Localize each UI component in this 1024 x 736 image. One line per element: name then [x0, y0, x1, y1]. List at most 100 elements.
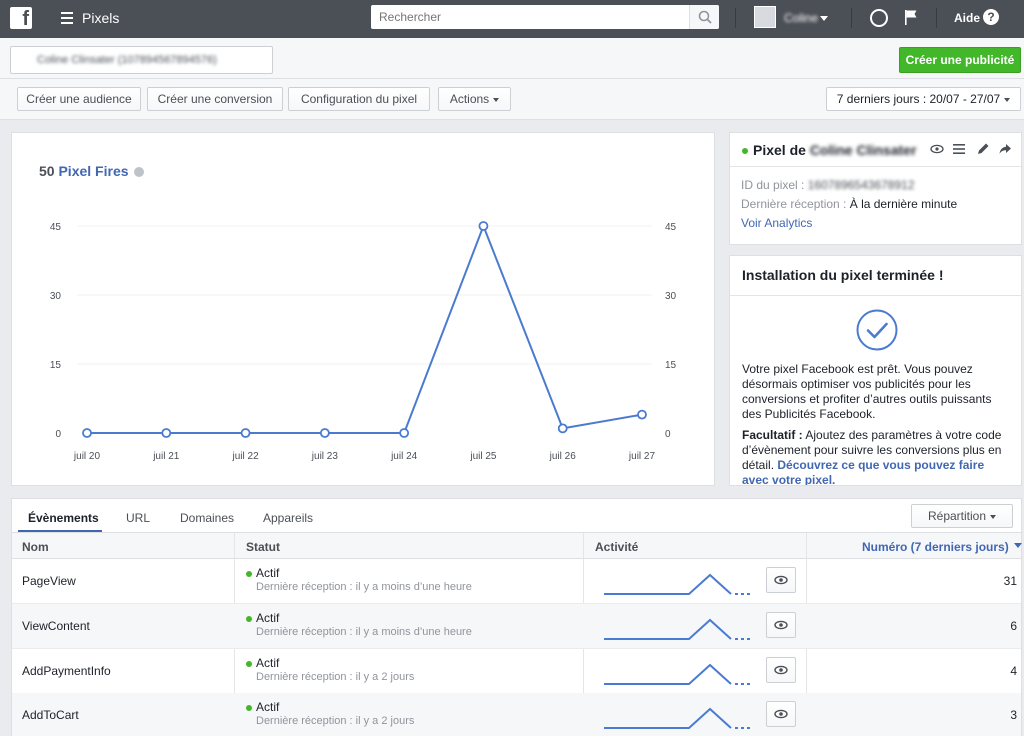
tab-devices[interactable]: Appareils: [263, 511, 313, 525]
event-status: Actif: [256, 566, 280, 580]
create-conversion-button[interactable]: Créer une conversion: [147, 87, 283, 111]
y-tick-label-left: 45: [50, 222, 62, 233]
view-event-button[interactable]: [766, 567, 796, 593]
y-tick-label-right: 45: [665, 222, 677, 233]
event-last-received: Dernière réception : il y a 2 jours: [256, 715, 415, 727]
search-input[interactable]: [371, 5, 681, 29]
view-event-button[interactable]: [766, 657, 796, 683]
y-tick-label-right: 30: [665, 291, 677, 302]
table-row[interactable]: PageView Actif Dernière réception : il y a…: [12, 559, 1021, 604]
sort-desc-icon[interactable]: [1014, 543, 1022, 549]
column-header-name[interactable]: Nom: [22, 540, 49, 554]
header-strip: Coline Clinsater (107894567894576) Créer…: [0, 38, 1024, 120]
app-title[interactable]: Pixels: [82, 10, 119, 26]
y-tick-label-right: 15: [665, 360, 677, 371]
pixel-id-value: 1607896543678912: [807, 178, 915, 192]
repartition-dropdown[interactable]: Répartition: [911, 504, 1013, 528]
tab-events[interactable]: Évènements: [28, 511, 99, 525]
actions-dropdown[interactable]: Actions: [438, 87, 511, 111]
pixel-title-name: Coline Clinsater: [809, 142, 917, 158]
column-header-count[interactable]: Numéro (7 derniers jours): [862, 540, 1009, 554]
flag-icon[interactable]: [904, 9, 918, 25]
user-name[interactable]: Coline: [784, 11, 818, 25]
data-point[interactable]: [557, 423, 568, 434]
active-status-dot: [246, 571, 252, 577]
avatar[interactable]: [754, 6, 776, 28]
share-icon[interactable]: [998, 142, 1012, 156]
x-tick-label: juil 20: [73, 451, 101, 462]
active-status-dot: [246, 616, 252, 622]
eye-icon[interactable]: [930, 142, 944, 156]
create-ad-button[interactable]: Créer une publicité: [899, 47, 1021, 73]
last-received-value: À la dernière minute: [849, 197, 958, 211]
x-tick-label: juil 26: [549, 451, 577, 462]
install-body-text: Votre pixel Facebook est prêt. Vous pouv…: [742, 362, 992, 421]
x-tick-label: juil 25: [469, 451, 497, 462]
y-tick-label-left: 15: [50, 360, 62, 371]
tab-domains[interactable]: Domaines: [180, 511, 234, 525]
view-event-button[interactable]: [766, 612, 796, 638]
search-button[interactable]: [689, 5, 719, 29]
help-icon[interactable]: ?: [983, 9, 999, 25]
list-icon[interactable]: [952, 142, 966, 156]
optional-label: Facultatif :: [742, 428, 803, 442]
create-audience-button[interactable]: Créer une audience: [17, 87, 141, 111]
data-point[interactable]: [478, 221, 489, 231]
data-point[interactable]: [82, 428, 92, 438]
x-tick-label: juil 23: [311, 451, 339, 462]
repartition-label: Répartition: [927, 509, 987, 523]
pixel-id-row: ID du pixel : 1607896543678912: [741, 178, 915, 192]
column-header-status[interactable]: Statut: [246, 540, 280, 554]
account-selector[interactable]: Coline Clinsater (107894567894576): [10, 46, 273, 74]
activity-sparkline: [604, 663, 751, 685]
data-point[interactable]: [637, 409, 647, 420]
install-complete-card: Installation du pixel terminée ! Votre p…: [729, 255, 1022, 486]
globe-icon[interactable]: [870, 9, 888, 27]
pencil-icon[interactable]: [976, 142, 990, 156]
series-line: [87, 223, 643, 434]
data-point[interactable]: [319, 428, 330, 438]
table-header: Nom Statut Activité Numéro (7 derniers j…: [12, 533, 1022, 559]
event-last-received: Dernière réception : il y a moins d’une …: [256, 581, 472, 593]
pixel-last-received-row: Dernière réception : À la dernière minut…: [741, 197, 957, 211]
event-last-received: Dernière réception : il y a 2 jours: [256, 671, 415, 683]
install-card-header: Installation du pixel terminée !: [730, 256, 1021, 296]
data-point[interactable]: [399, 428, 410, 438]
event-name: ViewContent: [22, 619, 90, 633]
x-tick-label: juil 21: [152, 451, 180, 462]
view-analytics-link[interactable]: Voir Analytics: [741, 216, 812, 230]
y-tick-label-left: 30: [50, 291, 62, 302]
event-count: 3: [1010, 708, 1017, 722]
discover-link[interactable]: Découvrez ce que vous pouvez faire avec …: [742, 458, 984, 485]
data-point[interactable]: [161, 428, 172, 438]
table-row[interactable]: ViewContent Actif Dernière réception : il …: [12, 604, 1021, 649]
facebook-logo-icon[interactable]: f: [10, 7, 32, 29]
x-tick-label: juil 27: [628, 451, 656, 462]
install-title: Installation du pixel terminée !: [742, 267, 944, 283]
table-row[interactable]: AddPaymentInfo Actif Dernière réception : …: [12, 649, 1021, 694]
view-event-button[interactable]: [766, 701, 796, 727]
chevron-down-icon[interactable]: [820, 16, 828, 21]
line-chart: 0 0 15 15 30 30 45 45 juil 20 juil 21 juil 22 juil …: [50, 221, 677, 462]
pixel-config-button[interactable]: Configuration du pixel: [288, 87, 430, 111]
event-name: AddToCart: [22, 708, 79, 722]
column-header-activity[interactable]: Activité: [595, 540, 638, 554]
y-tick-label-right: 0: [665, 429, 671, 440]
help-label[interactable]: Aide: [954, 11, 980, 25]
active-status-dot: [246, 705, 252, 711]
event-count: 31: [1003, 574, 1017, 588]
actions-label: Actions: [449, 92, 490, 106]
table-row[interactable]: AddToCart Actif Dernière réception : il y …: [12, 693, 1021, 736]
activity-sparkline: [604, 573, 751, 595]
search-icon: [698, 10, 712, 24]
menu-icon[interactable]: [61, 12, 73, 24]
last-received-label: Dernière réception :: [741, 197, 847, 211]
date-range-label: 7 derniers jours : 20/07 - 27/07: [836, 92, 1001, 106]
data-point[interactable]: [240, 428, 251, 438]
active-status-dot: [246, 661, 252, 667]
y-tick-label-left: 0: [55, 429, 61, 440]
tab-url[interactable]: URL: [126, 511, 150, 525]
divider: [0, 78, 1024, 79]
date-range-picker[interactable]: 7 derniers jours : 20/07 - 27/07: [826, 87, 1021, 111]
event-last-received: Dernière réception : il y a moins d’une …: [256, 626, 472, 638]
